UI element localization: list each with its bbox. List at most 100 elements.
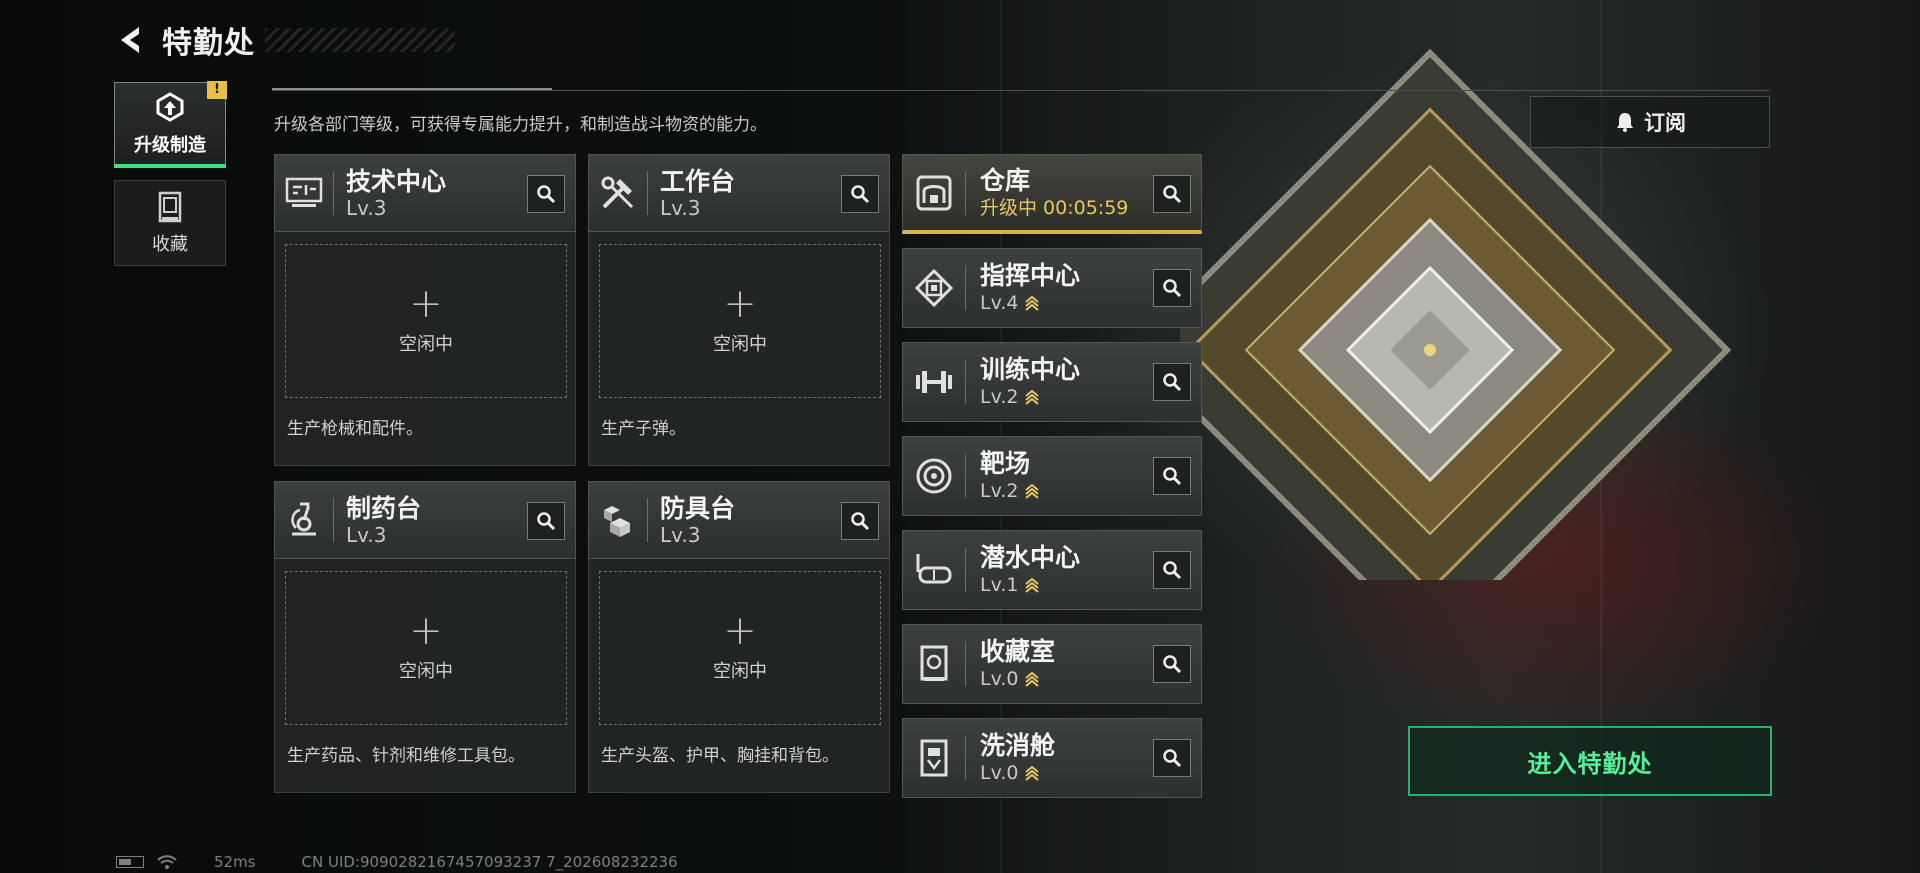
dept-shooting-range[interactable]: 靶场 Lv.2 bbox=[902, 436, 1202, 516]
production-slot[interactable]: + 空闲中 bbox=[599, 244, 881, 398]
search-icon bbox=[537, 512, 556, 531]
separator bbox=[965, 170, 966, 215]
inspect-button[interactable] bbox=[841, 502, 879, 540]
card-header[interactable]: 制药台 Lv.3 bbox=[274, 481, 576, 559]
card-header[interactable]: 防具台 Lv.3 bbox=[588, 481, 890, 559]
production-slot[interactable]: + 空闲中 bbox=[285, 244, 567, 398]
dept-name: 靶场 bbox=[980, 449, 1031, 478]
page-description: 升级各部门等级，可获得专属能力提升，和制造战斗物资的能力。 bbox=[274, 115, 767, 135]
inspect-button[interactable] bbox=[1153, 457, 1191, 495]
diving-mask-icon bbox=[903, 531, 965, 609]
inspect-button[interactable] bbox=[1153, 551, 1191, 589]
production-slot[interactable]: + 空闲中 bbox=[599, 571, 881, 725]
wifi-icon bbox=[157, 855, 177, 869]
workshop-card-tech-center: 技术中心 Lv.3 + 空闲中 生产枪械和配件。 bbox=[274, 154, 576, 466]
subscribe-label: 订阅 bbox=[1644, 111, 1686, 135]
upgrade-chevron-icon bbox=[1025, 671, 1040, 687]
workshop-description: 生产子弹。 bbox=[601, 419, 686, 439]
workshop-description: 生产头盔、护甲、胸挂和背包。 bbox=[601, 746, 839, 766]
slot-state: 空闲中 bbox=[713, 661, 767, 682]
workshop-name: 防具台 bbox=[660, 494, 736, 523]
nav-label: 升级制造 bbox=[134, 134, 206, 156]
card-header[interactable]: 工作台 Lv.3 bbox=[588, 154, 890, 232]
inspect-button[interactable] bbox=[1153, 269, 1191, 307]
workshop-card-workbench: 工作台 Lv.3 + 空闲中 生产子弹。 bbox=[588, 154, 890, 466]
back-button[interactable] bbox=[112, 18, 152, 62]
enter-special-ops-button[interactable]: 进入特勤处 bbox=[1408, 726, 1772, 796]
upgrade-chevron-icon bbox=[1025, 483, 1040, 499]
workshop-card-armor-bench: 防具台 Lv.3 + 空闲中 生产头盔、护甲、胸挂和背包。 bbox=[588, 481, 890, 793]
separator bbox=[333, 498, 334, 542]
inspect-button[interactable] bbox=[527, 502, 565, 540]
slot-state: 空闲中 bbox=[399, 334, 453, 355]
card-body: + 空闲中 生产药品、针剂和维修工具包。 bbox=[274, 559, 576, 793]
dept-command-center[interactable]: 指挥中心 Lv.4 bbox=[902, 248, 1202, 328]
workshop-description: 生产枪械和配件。 bbox=[287, 419, 423, 439]
workshop-name: 技术中心 bbox=[346, 167, 447, 196]
chip-icon bbox=[903, 249, 965, 327]
dumbbell-icon bbox=[903, 343, 965, 421]
search-icon bbox=[851, 185, 870, 204]
dept-level-row: Lv.0 bbox=[980, 761, 1055, 785]
header: 特勤处 bbox=[112, 18, 455, 62]
dept-name: 收藏室 bbox=[980, 637, 1056, 666]
dept-level: Lv.0 bbox=[980, 762, 1019, 784]
production-slot[interactable]: + 空闲中 bbox=[285, 571, 567, 725]
separator bbox=[647, 171, 648, 215]
separator bbox=[965, 266, 966, 310]
workshop-card-pharmacy: 制药台 Lv.3 + 空闲中 生产药品、针剂和维修工具包。 bbox=[274, 481, 576, 793]
search-icon bbox=[1163, 373, 1182, 392]
inspect-button[interactable] bbox=[527, 175, 565, 213]
divider bbox=[272, 88, 1770, 91]
collection-icon bbox=[158, 191, 182, 223]
separator bbox=[965, 454, 966, 498]
dept-decontamination[interactable]: 洗消舱 Lv.0 bbox=[902, 718, 1202, 798]
inspect-button[interactable] bbox=[1153, 175, 1191, 213]
plus-icon: + bbox=[409, 608, 443, 654]
dept-warehouse[interactable]: 仓库 升级中 00:05:59 bbox=[902, 154, 1202, 234]
battery-icon bbox=[116, 856, 144, 868]
dept-level: Lv.2 bbox=[980, 386, 1019, 408]
search-icon bbox=[537, 185, 556, 204]
nav-collection[interactable]: 收藏 bbox=[114, 180, 226, 266]
dept-training-center[interactable]: 训练中心 Lv.2 bbox=[902, 342, 1202, 422]
search-icon bbox=[851, 512, 870, 531]
search-icon bbox=[1163, 279, 1182, 298]
dept-level-row: Lv.1 bbox=[980, 573, 1080, 597]
inspect-button[interactable] bbox=[1153, 739, 1191, 777]
upgrade-craft-icon bbox=[156, 91, 184, 122]
warehouse-icon bbox=[903, 154, 965, 232]
search-icon bbox=[1163, 467, 1182, 486]
dept-collection-room[interactable]: 收藏室 Lv.0 bbox=[902, 624, 1202, 704]
title-decoration bbox=[265, 28, 455, 52]
armor-boxes-icon bbox=[589, 481, 647, 559]
inspect-button[interactable] bbox=[1153, 645, 1191, 683]
subscribe-button[interactable]: 订阅 bbox=[1530, 96, 1770, 148]
upgrade-chevron-icon bbox=[1025, 577, 1040, 593]
player-uid: CN UID:9090282167457093237 7_20260823223… bbox=[301, 853, 678, 871]
side-nav: ! 升级制造 收藏 bbox=[114, 81, 227, 278]
ping-readout: 52ms bbox=[214, 853, 256, 871]
dept-name: 洗消舱 bbox=[980, 731, 1056, 760]
dept-level: Lv.0 bbox=[980, 668, 1019, 690]
workshop-name: 制药台 bbox=[346, 494, 422, 523]
workshop-level: Lv.3 bbox=[660, 523, 701, 547]
dept-level-row: Lv.2 bbox=[980, 385, 1080, 409]
dept-name: 训练中心 bbox=[980, 355, 1081, 384]
upgrade-chevron-icon bbox=[1025, 389, 1040, 405]
dept-level: Lv.2 bbox=[980, 480, 1019, 502]
plus-icon: + bbox=[723, 281, 757, 327]
card-header[interactable]: 技术中心 Lv.3 bbox=[274, 154, 576, 232]
separator bbox=[965, 360, 966, 404]
upgrade-timer: 升级中 00:05:59 bbox=[980, 196, 1129, 219]
separator bbox=[647, 498, 648, 542]
dept-diving-center[interactable]: 潜水中心 Lv.1 bbox=[902, 530, 1202, 610]
plus-icon: + bbox=[723, 608, 757, 654]
dept-level-row: Lv.4 bbox=[980, 291, 1080, 315]
nav-upgrade-craft[interactable]: ! 升级制造 bbox=[114, 81, 227, 168]
dept-level: Lv.4 bbox=[980, 292, 1019, 314]
dept-name: 指挥中心 bbox=[980, 261, 1081, 290]
inspect-button[interactable] bbox=[841, 175, 879, 213]
workshop-level: Lv.3 bbox=[660, 196, 701, 220]
inspect-button[interactable] bbox=[1153, 363, 1191, 401]
